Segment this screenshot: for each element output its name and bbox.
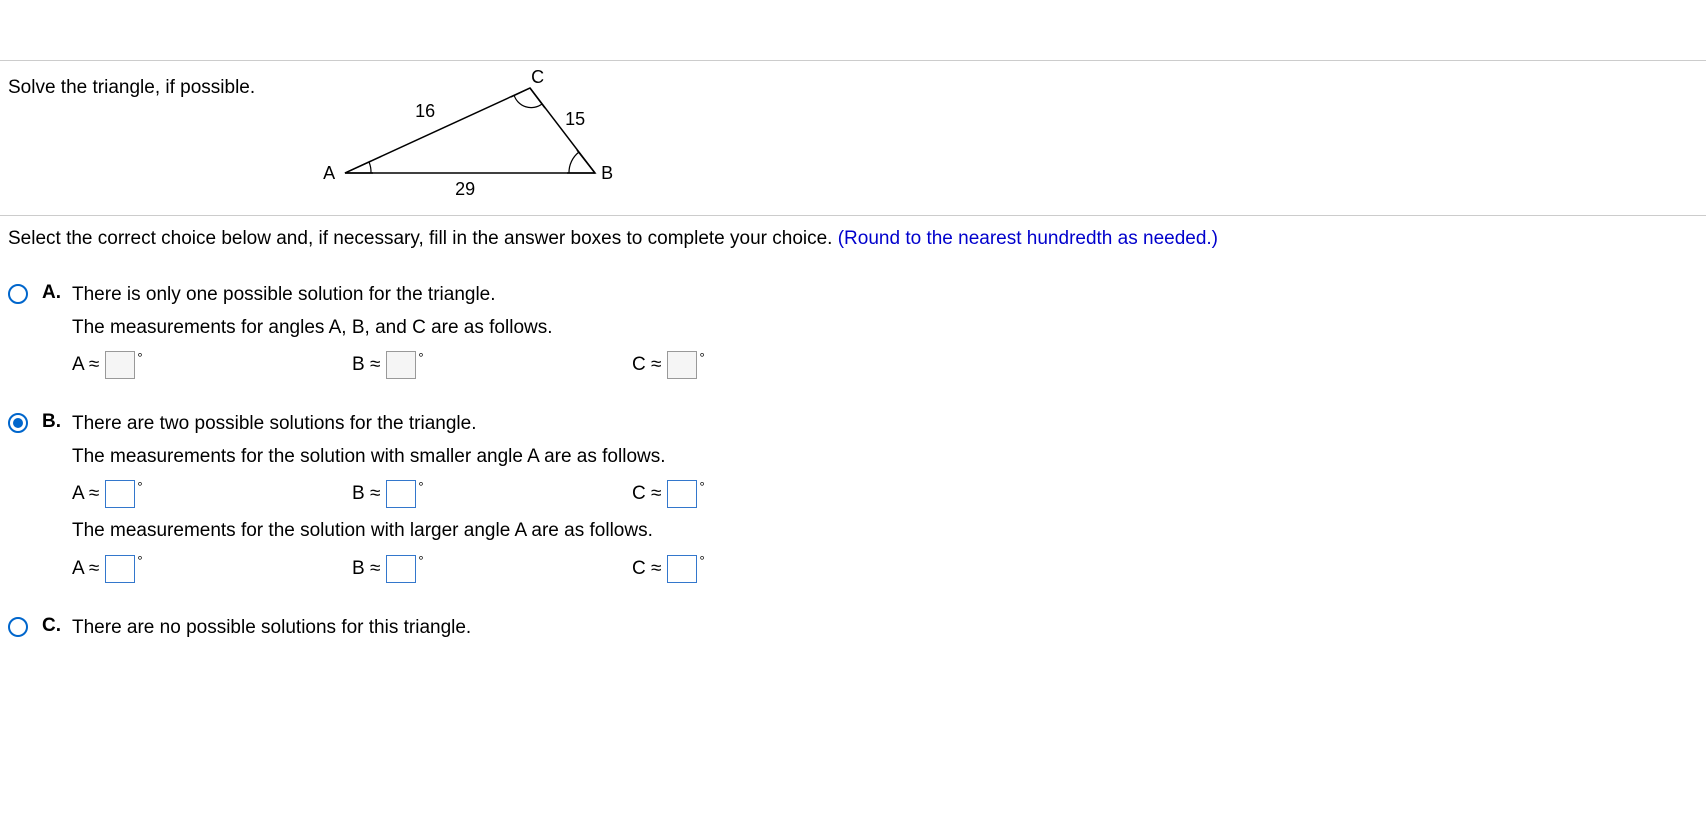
vertex-b-label: B (601, 163, 613, 184)
degree-symbol: ° (699, 553, 704, 568)
degree-symbol: ° (699, 350, 704, 365)
instruction-text: Select the correct choice below and, if … (8, 228, 838, 249)
choice-a: A. There is only one possible solution f… (8, 282, 1698, 389)
choice-b-var-a1: A ≈ (72, 483, 99, 505)
choice-c: C. There are no possible solutions for t… (8, 615, 1698, 648)
choice-c-letter: C. (42, 615, 72, 637)
round-note: (Round to the nearest hundredth as neede… (838, 228, 1218, 249)
choice-a-letter: A. (42, 282, 72, 304)
choice-a-line1: There is only one possible solution for … (72, 282, 1698, 309)
problem-prompt: Solve the triangle, if possible. (8, 73, 255, 99)
vertex-a-label: A (323, 163, 335, 184)
side-bc-label: 15 (565, 109, 585, 130)
degree-symbol: ° (137, 350, 142, 365)
choice-a-var-b: B ≈ (352, 354, 380, 376)
choice-a-line2: The measurements for angles A, B, and C … (72, 315, 1698, 342)
degree-symbol: ° (699, 479, 704, 494)
problem-section: Solve the triangle, if possible. A B C 1… (0, 60, 1706, 215)
radio-b[interactable] (8, 413, 28, 433)
choice-b-input-a2[interactable] (105, 555, 135, 583)
choice-b-var-a2: A ≈ (72, 558, 99, 580)
triangle-diagram: A B C 16 15 29 (315, 73, 635, 203)
radio-a[interactable] (8, 284, 28, 304)
choice-b: B. There are two possible solutions for … (8, 411, 1698, 593)
side-ac-label: 16 (415, 101, 435, 122)
choice-b-letter: B. (42, 411, 72, 433)
choice-b-input-b2[interactable] (386, 555, 416, 583)
choice-b-input-c2[interactable] (667, 555, 697, 583)
choice-a-input-c[interactable] (667, 351, 697, 379)
vertex-c-label: C (531, 67, 544, 88)
degree-symbol: ° (137, 553, 142, 568)
choice-b-var-b1: B ≈ (352, 483, 380, 505)
choice-a-var-a: A ≈ (72, 354, 99, 376)
instruction-section: Select the correct choice below and, if … (0, 215, 1706, 262)
choice-b-line1: There are two possible solutions for the… (72, 411, 1698, 438)
radio-c[interactable] (8, 617, 28, 637)
choice-a-input-a[interactable] (105, 351, 135, 379)
degree-symbol: ° (137, 479, 142, 494)
choices-list: A. There is only one possible solution f… (0, 262, 1706, 700)
choice-b-var-b2: B ≈ (352, 558, 380, 580)
side-ab-label: 29 (455, 179, 475, 200)
choice-b-line2: The measurements for the solution with s… (72, 444, 1698, 471)
degree-symbol: ° (418, 553, 423, 568)
choice-b-var-c2: C ≈ (632, 558, 661, 580)
choice-b-var-c1: C ≈ (632, 483, 661, 505)
choice-b-line3: The measurements for the solution with l… (72, 518, 1698, 545)
degree-symbol: ° (418, 350, 423, 365)
degree-symbol: ° (418, 479, 423, 494)
choice-a-input-b[interactable] (386, 351, 416, 379)
choice-b-input-a1[interactable] (105, 480, 135, 508)
choice-b-input-b1[interactable] (386, 480, 416, 508)
choice-c-line1: There are no possible solutions for this… (72, 615, 1698, 642)
choice-a-var-c: C ≈ (632, 354, 661, 376)
choice-b-input-c1[interactable] (667, 480, 697, 508)
